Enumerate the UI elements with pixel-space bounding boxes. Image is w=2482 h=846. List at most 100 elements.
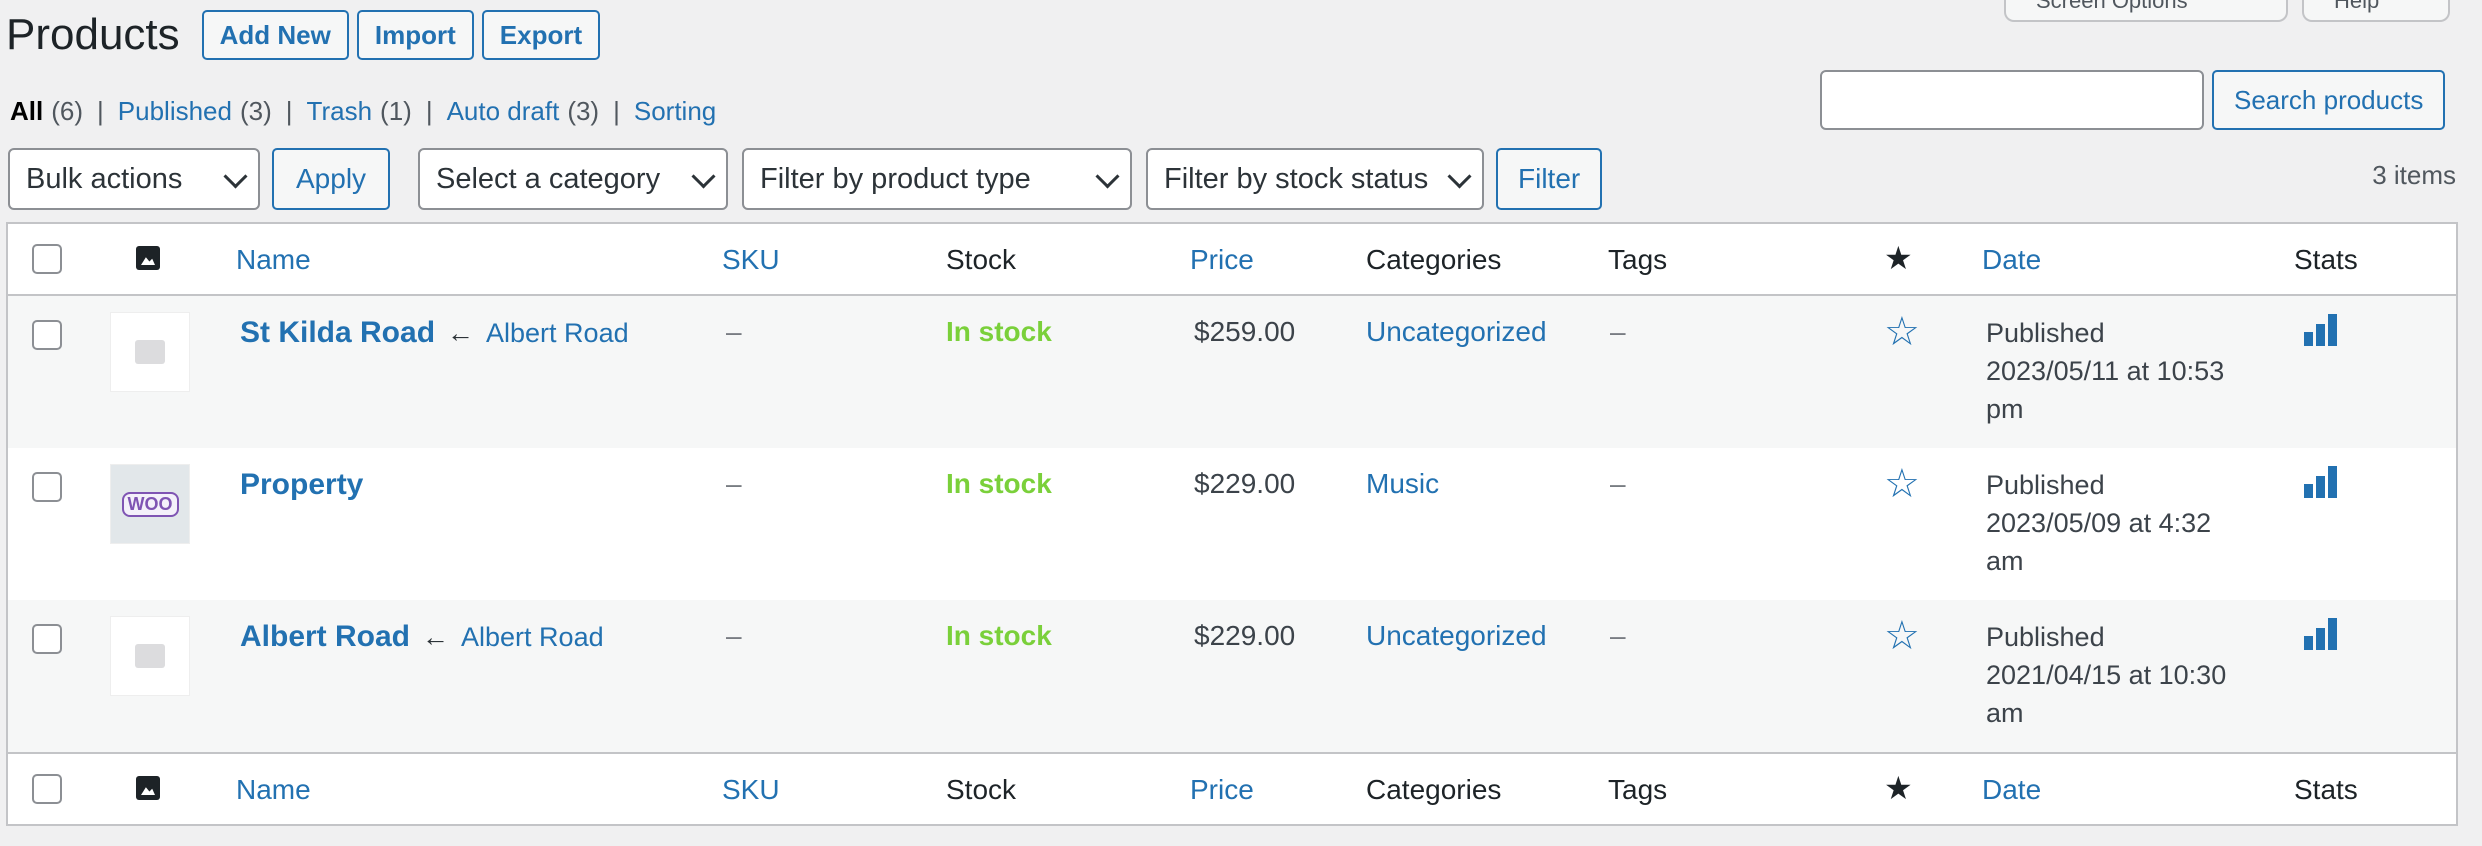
column-stock: Stock bbox=[946, 774, 1017, 805]
parent-product-link[interactable]: Albert Road bbox=[486, 318, 629, 349]
table-row: WOO Property – In stock $229.00 Music – … bbox=[8, 448, 2456, 600]
status-count-all: (6) bbox=[51, 96, 84, 126]
table-row: St Kilda Road ← Albert Road – In stock $… bbox=[8, 296, 2456, 448]
export-button[interactable]: Export bbox=[481, 10, 601, 60]
column-sku[interactable]: SKU bbox=[722, 244, 780, 276]
product-thumbnail[interactable]: WOO bbox=[110, 464, 190, 544]
date-cell: Published 2023/05/11 at 10:53 pm bbox=[1986, 314, 2246, 428]
column-date[interactable]: Date bbox=[1982, 244, 2041, 276]
apply-button[interactable]: Apply bbox=[272, 148, 391, 210]
image-placeholder-icon[interactable] bbox=[110, 616, 190, 696]
separator: | bbox=[613, 96, 620, 126]
sku-value: – bbox=[726, 620, 742, 651]
bulk-actions-select[interactable]: Bulk actions bbox=[8, 148, 260, 210]
bar-chart-icon[interactable] bbox=[2304, 314, 2340, 346]
column-date[interactable]: Date bbox=[1982, 774, 2041, 806]
product-name-link[interactable]: Property bbox=[240, 468, 363, 502]
add-new-button[interactable]: Add New bbox=[201, 10, 349, 60]
category-link[interactable]: Music bbox=[1366, 468, 1439, 500]
date-status: Published bbox=[1986, 318, 2105, 348]
products-table: Name SKU Stock Price Categories Tags ★ D… bbox=[6, 222, 2458, 826]
category-link[interactable]: Uncategorized bbox=[1366, 316, 1547, 348]
status-filter-trash[interactable]: Trash bbox=[307, 96, 373, 127]
column-name[interactable]: Name bbox=[236, 244, 311, 276]
items-count: 3 items bbox=[2372, 160, 2456, 190]
separator: | bbox=[97, 96, 104, 126]
column-stats: Stats bbox=[2294, 244, 2358, 275]
column-price[interactable]: Price bbox=[1190, 244, 1254, 276]
bulk-actions-value: Bulk actions bbox=[26, 162, 183, 195]
chevron-down-icon bbox=[223, 164, 248, 189]
row-checkbox[interactable] bbox=[32, 472, 62, 502]
product-name-cell: St Kilda Road ← Albert Road bbox=[240, 316, 629, 350]
select-all-checkbox[interactable] bbox=[32, 244, 62, 274]
date-value: 2023/05/11 at 10:53 pm bbox=[1986, 356, 2225, 424]
select-all-checkbox[interactable] bbox=[32, 774, 62, 804]
status-filter-published[interactable]: Published bbox=[118, 96, 232, 127]
product-name-cell: Albert Road ← Albert Road bbox=[240, 620, 604, 654]
placeholder-shape bbox=[135, 340, 165, 364]
star-outline-icon[interactable]: ☆ bbox=[1884, 312, 1920, 352]
tags-value: – bbox=[1610, 468, 1626, 499]
arrow-left-icon: ← bbox=[447, 317, 475, 348]
status-filter-all[interactable]: All bbox=[10, 96, 43, 127]
column-price[interactable]: Price bbox=[1190, 774, 1254, 806]
stock-status: In stock bbox=[946, 468, 1052, 499]
status-count-auto-draft: (3) bbox=[567, 96, 600, 126]
page-header: Products Add New Import Export bbox=[6, 0, 601, 70]
product-name-link[interactable]: St Kilda Road bbox=[240, 316, 435, 350]
search-input[interactable] bbox=[1820, 70, 2204, 130]
bar-chart-icon[interactable] bbox=[2304, 466, 2340, 498]
status-count-published: (3) bbox=[239, 96, 272, 126]
price-value: $229.00 bbox=[1194, 468, 1296, 499]
chevron-down-icon bbox=[1447, 164, 1472, 189]
sku-value: – bbox=[726, 316, 742, 347]
search-products-button[interactable]: Search products bbox=[2212, 70, 2446, 130]
star-outline-icon[interactable]: ☆ bbox=[1884, 464, 1920, 504]
status-filter-auto-draft[interactable]: Auto draft bbox=[447, 96, 560, 127]
column-name[interactable]: Name bbox=[236, 774, 311, 806]
help-tab[interactable]: Help bbox=[2302, 0, 2450, 22]
sku-value: – bbox=[726, 468, 742, 499]
date-value: 2021/04/15 at 10:30 am bbox=[1986, 660, 2227, 728]
import-button[interactable]: Import bbox=[356, 10, 474, 60]
column-categories: Categories bbox=[1366, 244, 1502, 275]
tags-value: – bbox=[1610, 620, 1626, 651]
column-stats: Stats bbox=[2294, 774, 2358, 805]
chevron-down-icon bbox=[691, 164, 716, 189]
parent-product-link[interactable]: Albert Road bbox=[461, 622, 604, 653]
star-solid-icon[interactable]: ★ bbox=[1884, 772, 1913, 804]
bar-chart-icon[interactable] bbox=[2304, 618, 2340, 650]
row-checkbox[interactable] bbox=[32, 320, 62, 350]
price-value: $229.00 bbox=[1194, 620, 1296, 651]
star-solid-icon[interactable]: ★ bbox=[1884, 242, 1913, 274]
star-outline-icon[interactable]: ☆ bbox=[1884, 616, 1920, 656]
arrow-left-icon: ← bbox=[422, 621, 450, 652]
date-value: 2023/05/09 at 4:32 am bbox=[1986, 508, 2212, 576]
column-stock: Stock bbox=[946, 244, 1017, 275]
page-title: Products bbox=[6, 10, 180, 59]
status-filters: All (6) | Published (3) | Trash (1) | Au… bbox=[10, 96, 716, 127]
product-name-link[interactable]: Albert Road bbox=[240, 620, 410, 654]
stock-status-value: Filter by stock status bbox=[1164, 162, 1429, 195]
date-status: Published bbox=[1986, 622, 2105, 652]
filter-button[interactable]: Filter bbox=[1496, 148, 1603, 210]
image-placeholder-icon[interactable] bbox=[110, 312, 190, 392]
column-sku[interactable]: SKU bbox=[722, 774, 780, 806]
category-select[interactable]: Select a category bbox=[418, 148, 728, 210]
category-link[interactable]: Uncategorized bbox=[1366, 620, 1547, 652]
stock-status: In stock bbox=[946, 316, 1052, 347]
help-label: Help bbox=[2334, 0, 2380, 13]
chevron-down-icon bbox=[1095, 164, 1120, 189]
status-filter-sorting[interactable]: Sorting bbox=[634, 96, 716, 127]
column-tags: Tags bbox=[1608, 774, 1668, 805]
product-type-select[interactable]: Filter by product type bbox=[742, 148, 1132, 210]
screen-options-tab[interactable]: Screen Options bbox=[2004, 0, 2288, 22]
product-name-cell: Property bbox=[240, 468, 363, 502]
image-icon bbox=[136, 776, 160, 800]
separator: | bbox=[285, 96, 293, 126]
row-checkbox[interactable] bbox=[32, 624, 62, 654]
image-icon bbox=[136, 246, 160, 270]
column-categories: Categories bbox=[1366, 774, 1502, 805]
stock-status-select[interactable]: Filter by stock status bbox=[1146, 148, 1484, 210]
